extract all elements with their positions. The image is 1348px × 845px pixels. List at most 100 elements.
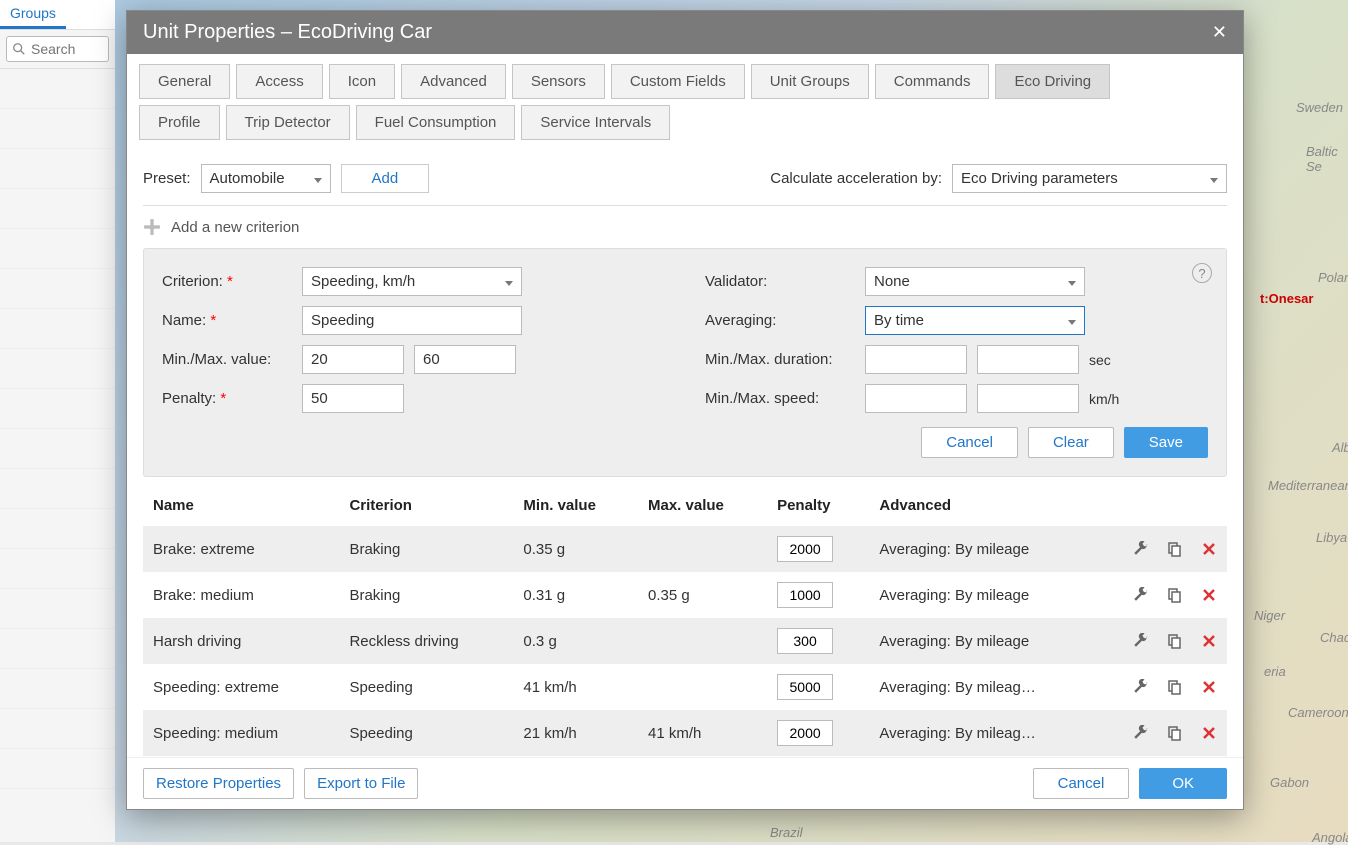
map-label: Angola (1312, 830, 1348, 845)
name-input[interactable] (302, 306, 522, 335)
plus-icon (143, 218, 161, 236)
help-icon[interactable]: ? (1192, 263, 1212, 283)
tab-commands[interactable]: Commands (875, 64, 990, 99)
wrench-icon[interactable] (1133, 679, 1149, 695)
map-label: Libya (1316, 530, 1347, 545)
cell-max (638, 526, 767, 572)
copy-icon[interactable] (1167, 587, 1183, 603)
form-cancel-button[interactable]: Cancel (921, 427, 1018, 458)
add-criterion-row[interactable]: Add a new criterion (143, 206, 1227, 248)
copy-icon[interactable] (1167, 679, 1183, 695)
tabs-row-top: GeneralAccessIconAdvancedSensorsCustom F… (127, 54, 1243, 99)
tab-eco-driving[interactable]: Eco Driving (995, 64, 1110, 99)
delete-icon[interactable] (1201, 587, 1217, 603)
dialog-ok-button[interactable]: OK (1139, 768, 1227, 799)
delete-icon[interactable] (1201, 725, 1217, 741)
tab-advanced[interactable]: Advanced (401, 64, 506, 99)
list-item[interactable] (0, 389, 115, 429)
list-item[interactable] (0, 469, 115, 509)
wrench-icon[interactable] (1133, 725, 1149, 741)
table-row: Speeding: mildSpeeding10 km/h21 km/hAver… (143, 756, 1227, 757)
min-speed-input[interactable] (865, 384, 967, 413)
list-item[interactable] (0, 429, 115, 469)
list-item[interactable] (0, 629, 115, 669)
list-item[interactable] (0, 349, 115, 389)
row-penalty-input[interactable] (777, 536, 833, 562)
delete-icon[interactable] (1201, 633, 1217, 649)
copy-icon[interactable] (1167, 541, 1183, 557)
list-item[interactable] (0, 69, 115, 109)
map-label: eria (1264, 664, 1286, 679)
tab-access[interactable]: Access (236, 64, 322, 99)
criterion-form: ? Criterion: * Speeding, km/h Name: * Mi (143, 248, 1227, 477)
wrench-icon[interactable] (1133, 633, 1149, 649)
list-item[interactable] (0, 669, 115, 709)
tab-sensors[interactable]: Sensors (512, 64, 605, 99)
list-item[interactable] (0, 149, 115, 189)
copy-icon[interactable] (1167, 633, 1183, 649)
list-item[interactable] (0, 189, 115, 229)
list-item[interactable] (0, 549, 115, 589)
row-penalty-input[interactable] (777, 628, 833, 654)
export-to-file-button[interactable]: Export to File (304, 768, 418, 799)
tab-trip-detector[interactable]: Trip Detector (226, 105, 350, 140)
tab-custom-fields[interactable]: Custom Fields (611, 64, 745, 99)
row-penalty-input[interactable] (777, 674, 833, 700)
list-item[interactable] (0, 509, 115, 549)
cell-name: Speeding: medium (143, 710, 339, 756)
penalty-input[interactable] (302, 384, 404, 413)
calc-accel-select[interactable]: Eco Driving parameters (952, 164, 1227, 193)
averaging-select[interactable]: By time (865, 306, 1085, 335)
tab-profile[interactable]: Profile (139, 105, 220, 140)
min-value-input[interactable] (302, 345, 404, 374)
tab-icon[interactable]: Icon (329, 64, 395, 99)
tab-fuel-consumption[interactable]: Fuel Consumption (356, 105, 516, 140)
cell-advanced: Averaging: By mileag… (869, 710, 1107, 756)
cell-min: 10 km/h (513, 756, 638, 757)
tab-unit-groups[interactable]: Unit Groups (751, 64, 869, 99)
list-item[interactable] (0, 709, 115, 749)
criterion-select[interactable]: Speeding, km/h (302, 267, 522, 296)
preset-select[interactable]: Automobile (201, 164, 331, 193)
row-penalty-input[interactable] (777, 720, 833, 746)
copy-icon[interactable] (1167, 725, 1183, 741)
restore-properties-button[interactable]: Restore Properties (143, 768, 294, 799)
add-preset-button[interactable]: Add (341, 164, 430, 193)
validator-label: Validator: (705, 273, 855, 290)
tab-service-intervals[interactable]: Service Intervals (521, 105, 670, 140)
table-row: Speeding: extremeSpeeding41 km/hAveragin… (143, 664, 1227, 710)
column-header: Max. value (638, 485, 767, 526)
dialog-footer: Restore Properties Export to File Cancel… (127, 757, 1243, 809)
form-clear-button[interactable]: Clear (1028, 427, 1114, 458)
delete-icon[interactable] (1201, 679, 1217, 695)
max-value-input[interactable] (414, 345, 516, 374)
max-duration-input[interactable] (977, 345, 1079, 374)
dialog-cancel-button[interactable]: Cancel (1033, 768, 1130, 799)
cell-max (638, 664, 767, 710)
close-icon[interactable]: ✕ (1212, 22, 1227, 43)
list-item[interactable] (0, 589, 115, 629)
row-penalty-input[interactable] (777, 582, 833, 608)
list-item[interactable] (0, 749, 115, 789)
map-label: Baltic Se (1306, 144, 1348, 174)
list-item[interactable] (0, 309, 115, 349)
cell-advanced: Averaging: By mileage (869, 618, 1107, 664)
wrench-icon[interactable] (1133, 587, 1149, 603)
form-save-button[interactable]: Save (1124, 427, 1208, 458)
add-criterion-label: Add a new criterion (171, 219, 299, 236)
list-item[interactable] (0, 269, 115, 309)
sidebar-tab-groups[interactable]: Groups (0, 0, 66, 29)
averaging-label: Averaging: (705, 312, 855, 329)
calc-accel-label: Calculate acceleration by: (770, 170, 942, 187)
delete-icon[interactable] (1201, 541, 1217, 557)
map-label: Gabon (1270, 775, 1309, 790)
max-speed-input[interactable] (977, 384, 1079, 413)
list-item[interactable] (0, 229, 115, 269)
tab-general[interactable]: General (139, 64, 230, 99)
list-item[interactable] (0, 109, 115, 149)
min-duration-input[interactable] (865, 345, 967, 374)
cell-name: Speeding: extreme (143, 664, 339, 710)
wrench-icon[interactable] (1133, 541, 1149, 557)
cell-min: 21 km/h (513, 710, 638, 756)
validator-select[interactable]: None (865, 267, 1085, 296)
